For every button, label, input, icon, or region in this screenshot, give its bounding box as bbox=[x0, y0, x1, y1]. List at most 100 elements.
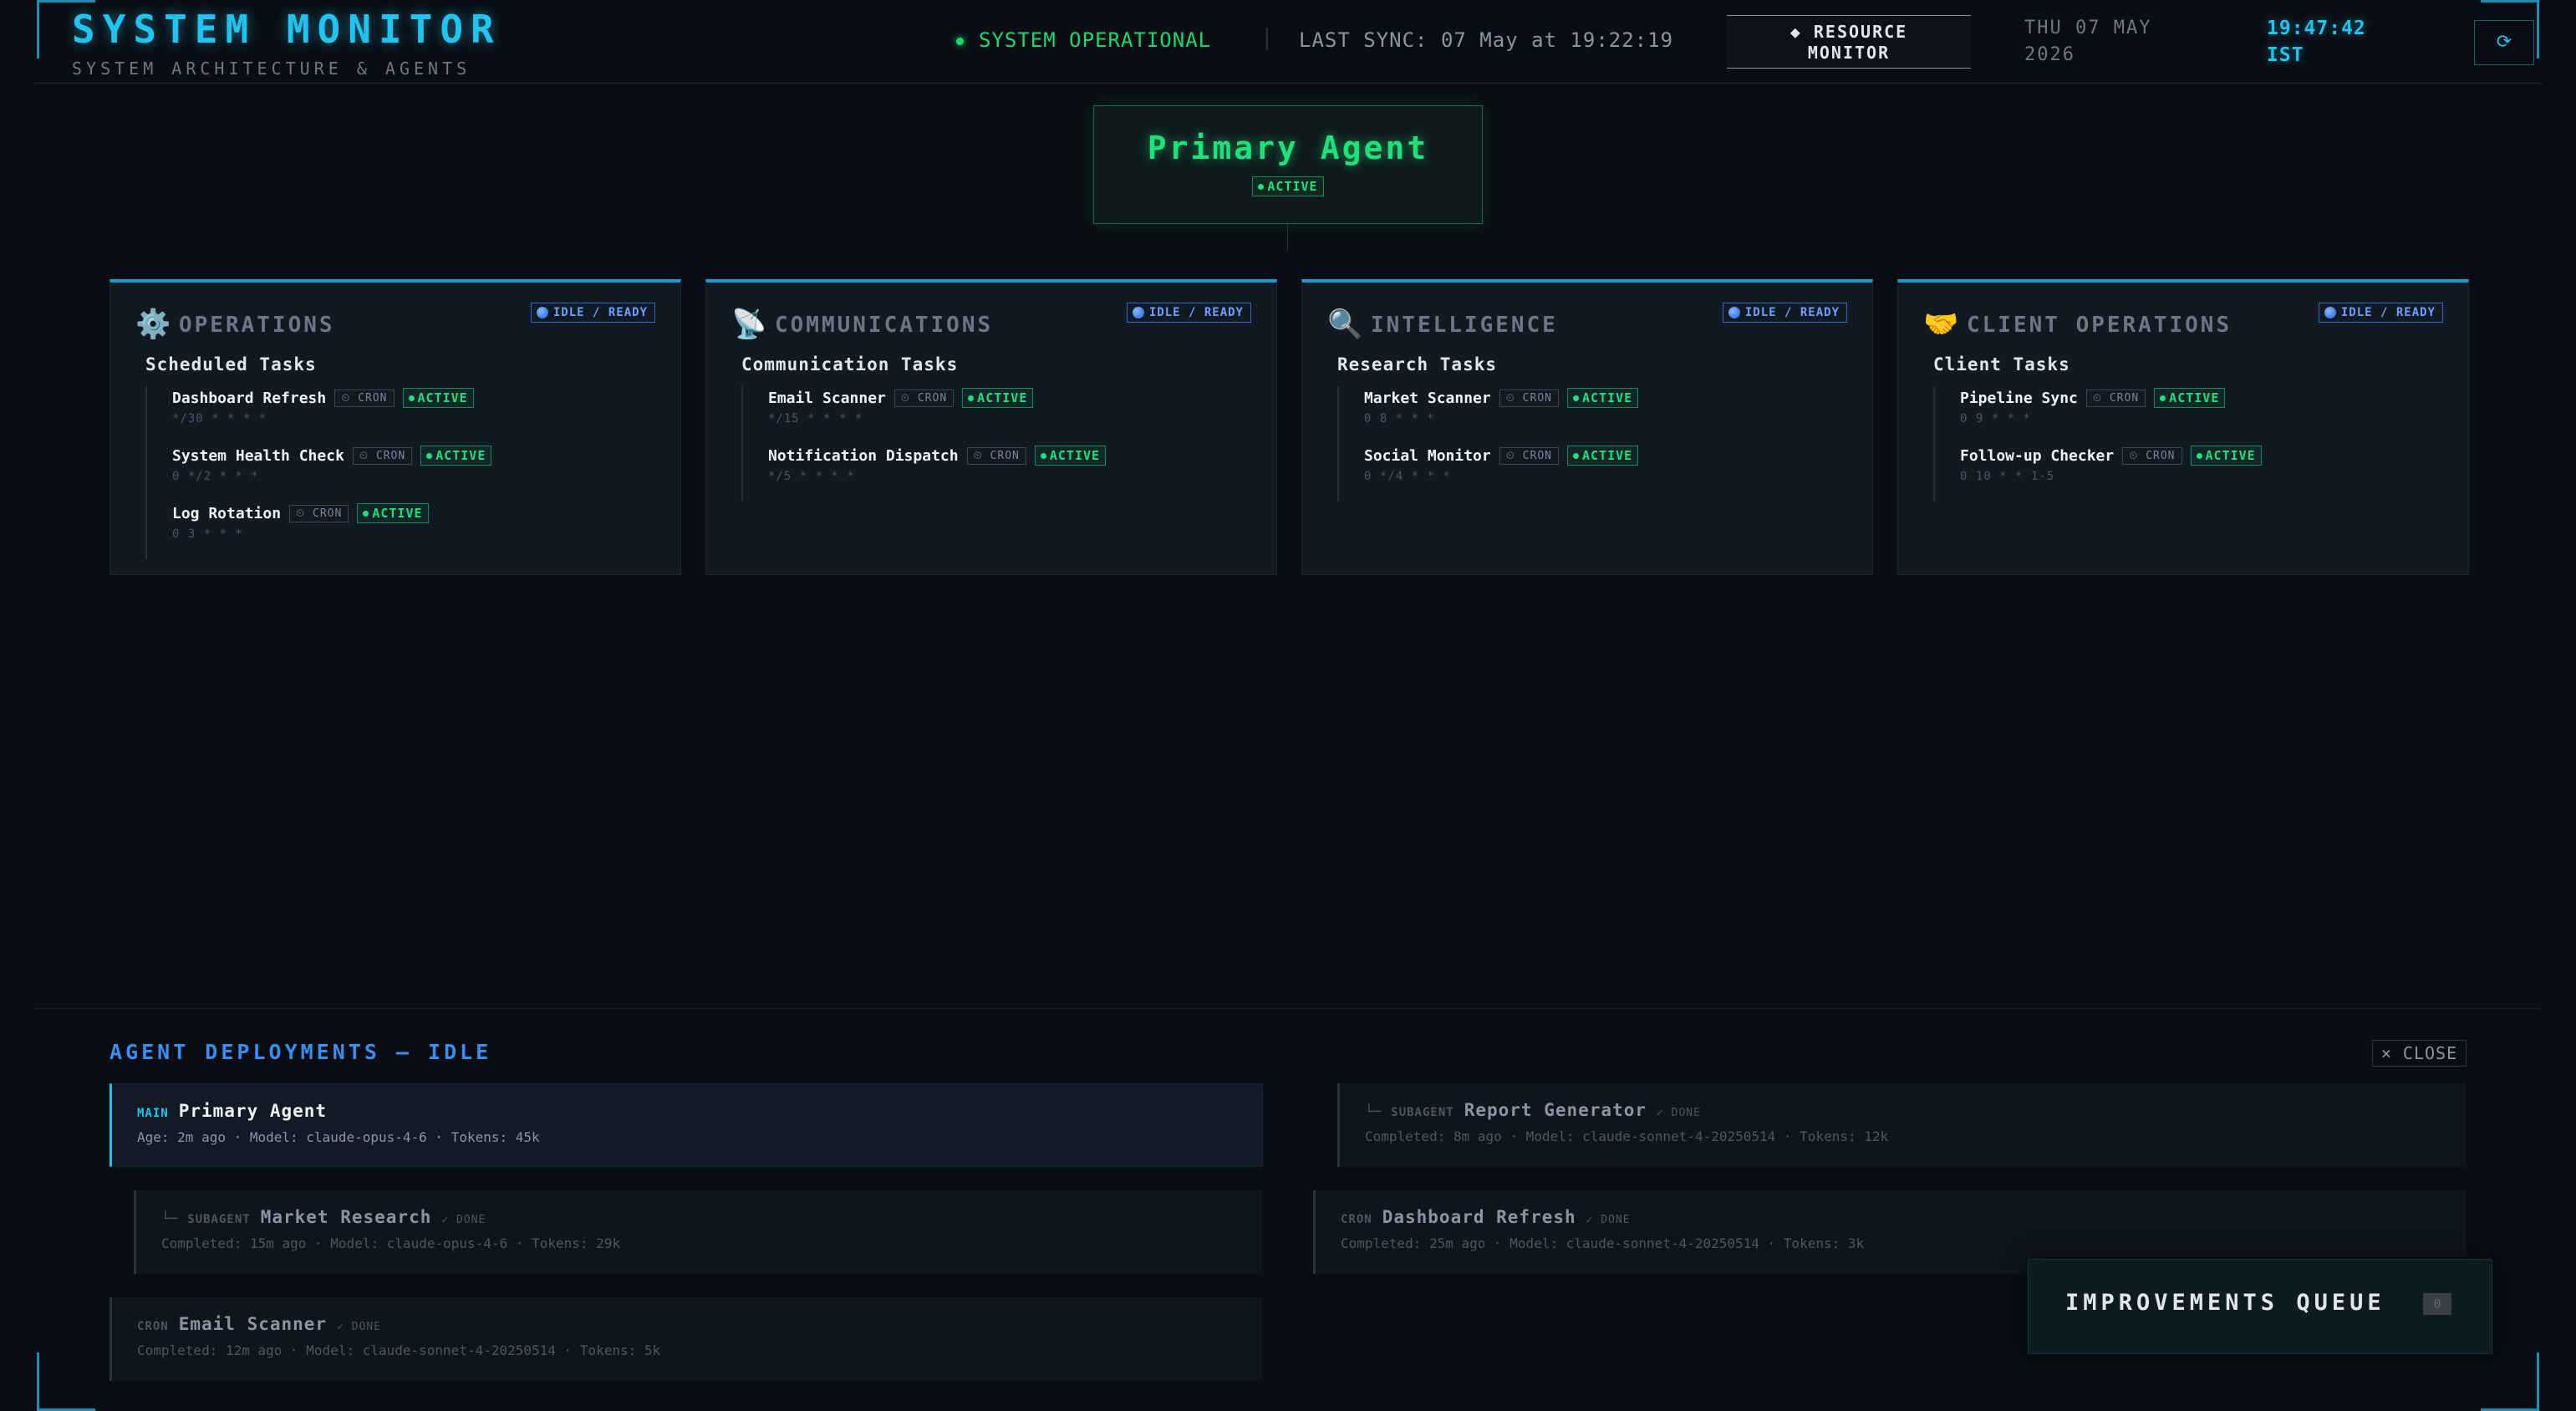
department-title: CLIENT OPERATIONS bbox=[1967, 313, 2232, 338]
department-status-badge: IDLE / READY bbox=[2318, 303, 2443, 323]
system-status-label: SYSTEM OPERATIONAL bbox=[979, 28, 1212, 52]
deployment-meta: Completed: 8m ago · Model: claude-sonnet… bbox=[1365, 1128, 1889, 1144]
task-name: Follow-up Checker bbox=[1960, 446, 2115, 465]
cron-badge: ⏲ CRON bbox=[1499, 389, 1559, 407]
active-dot-icon bbox=[968, 395, 975, 401]
task-schedule: 0 8 * * * bbox=[1364, 412, 1435, 425]
task-status-badge: ACTIVE bbox=[2190, 446, 2262, 466]
task-status: ACTIVE bbox=[1582, 390, 1633, 405]
department-status-badge: IDLE / READY bbox=[530, 303, 655, 323]
deployment-done-status: ✓ DONE bbox=[441, 1214, 486, 1226]
primary-agent-name: Primary Agent bbox=[1147, 130, 1429, 166]
deployment-type: SUBAGENT bbox=[187, 1213, 251, 1226]
deployment-meta: Completed: 15m ago · Model: claude-opus-… bbox=[161, 1235, 621, 1251]
department-card-communications[interactable]: 📡 COMMUNICATIONS IDLE / READY Communicat… bbox=[705, 279, 1277, 575]
task-status-badge: ACTIVE bbox=[420, 446, 492, 466]
task-list: Email Scanner ⏲ CRON ACTIVE */15 * * * * N… bbox=[741, 386, 1107, 502]
active-dot-icon bbox=[1573, 395, 1579, 401]
active-dot-icon bbox=[1573, 453, 1579, 459]
task-schedule: */15 * * * * bbox=[768, 412, 863, 425]
primary-agent-card[interactable]: Primary Agent ACTIVE bbox=[1093, 105, 1483, 224]
deployment-row[interactable]: └─ SUBAGENT Market Research ✓ DONE Compl… bbox=[134, 1190, 1263, 1274]
task-status-badge: ACTIVE bbox=[962, 388, 1034, 408]
task-group-title: Client Tasks bbox=[1933, 354, 2070, 374]
deployment-row-main[interactable]: MAIN Primary Agent Age: 2m ago · Model: … bbox=[109, 1083, 1263, 1167]
department-card-client-operations[interactable]: 🤝 CLIENT OPERATIONS IDLE / READY Client … bbox=[1897, 279, 2469, 575]
task-item[interactable]: Email Scanner ⏲ CRON ACTIVE */15 * * * * bbox=[768, 386, 1106, 444]
task-name: Notification Dispatch bbox=[768, 446, 959, 465]
deployment-row[interactable]: └─ SUBAGENT Report Generator ✓ DONE Comp… bbox=[1337, 1083, 2467, 1167]
task-item[interactable]: Log Rotation ⏲ CRON ACTIVE 0 3 * * * bbox=[172, 502, 491, 559]
task-status: ACTIVE bbox=[1582, 448, 1633, 463]
cron-badge: ⏲ CRON bbox=[334, 389, 395, 407]
deployment-name: Email Scanner bbox=[178, 1314, 328, 1334]
task-status: ACTIVE bbox=[1049, 448, 1101, 463]
task-status: ACTIVE bbox=[2169, 390, 2220, 405]
task-item[interactable]: Follow-up Checker ⏲ CRON ACTIVE 0 10 * * 1… bbox=[1960, 444, 2262, 502]
date-line-2: 2026 bbox=[2024, 44, 2075, 65]
deployment-done-status: ✓ DONE bbox=[1586, 1214, 1631, 1226]
corner-bracket-bottom-right bbox=[2481, 1352, 2539, 1411]
task-schedule: 0 */2 * * * bbox=[172, 470, 259, 483]
cron-badge: ⏲ CRON bbox=[289, 504, 349, 522]
task-name: Pipeline Sync bbox=[1960, 389, 2078, 407]
task-status: ACTIVE bbox=[435, 448, 486, 463]
task-name: Log Rotation bbox=[172, 504, 282, 522]
task-schedule: 0 10 * * 1-5 bbox=[1960, 470, 2055, 483]
task-status: ACTIVE bbox=[372, 506, 423, 521]
date-line-1: THU 07 MAY bbox=[2024, 18, 2152, 38]
deployment-name: Report Generator bbox=[1464, 1100, 1647, 1120]
active-dot-icon bbox=[363, 511, 369, 517]
task-item[interactable]: Market Scanner ⏲ CRON ACTIVE 0 8 * * * bbox=[1364, 386, 1639, 444]
task-name: Social Monitor bbox=[1364, 446, 1491, 465]
task-list: Market Scanner ⏲ CRON ACTIVE 0 8 * * * Soc… bbox=[1337, 386, 1639, 502]
task-list: Pipeline Sync ⏲ CRON ACTIVE 0 9 * * * Foll… bbox=[1933, 386, 2262, 502]
app-title: SYSTEM MONITOR bbox=[72, 7, 501, 52]
resource-monitor-label-1: ◆ RESOURCE bbox=[1789, 22, 1908, 42]
task-name: Dashboard Refresh bbox=[172, 389, 327, 407]
task-status-badge: ACTIVE bbox=[357, 503, 429, 523]
department-status-badge: IDLE / READY bbox=[1722, 303, 1847, 323]
close-deployments-button[interactable]: × CLOSE bbox=[2372, 1040, 2467, 1067]
task-item[interactable]: Pipeline Sync ⏲ CRON ACTIVE 0 9 * * * bbox=[1960, 386, 2262, 444]
globe-icon bbox=[536, 307, 548, 318]
top-header: SYSTEM MONITOR SYSTEM ARCHITECTURE & AGE… bbox=[33, 0, 2543, 84]
header-separator: | bbox=[1260, 25, 1274, 50]
task-status-badge: ACTIVE bbox=[1567, 446, 1639, 466]
magnifier-icon: 🔍 bbox=[1327, 308, 1363, 341]
task-status: ACTIVE bbox=[417, 390, 468, 405]
task-name: Email Scanner bbox=[768, 389, 886, 407]
task-status-badge: ACTIVE bbox=[2154, 388, 2226, 408]
department-title: INTELLIGENCE bbox=[1371, 313, 1558, 338]
refresh-button[interactable]: ⟳ bbox=[2474, 20, 2534, 65]
active-dot-icon bbox=[2196, 453, 2202, 459]
deployment-done-status: ✓ DONE bbox=[1657, 1107, 1701, 1119]
deployment-name: Dashboard Refresh bbox=[1382, 1207, 1576, 1227]
task-schedule: 0 3 * * * bbox=[172, 527, 243, 541]
task-schedule: */5 * * * * bbox=[768, 470, 855, 483]
active-dot-icon bbox=[2160, 395, 2166, 401]
primary-agent-status-badge: ACTIVE bbox=[1252, 176, 1324, 196]
improvements-queue-button[interactable]: IMPROVEMENTS QUEUE 0 bbox=[2028, 1259, 2492, 1354]
task-item[interactable]: Social Monitor ⏲ CRON ACTIVE 0 */4 * * * bbox=[1364, 444, 1639, 502]
deployment-row[interactable]: CRON Email Scanner ✓ DONE Completed: 12m… bbox=[109, 1297, 1263, 1381]
task-status-badge: ACTIVE bbox=[1567, 388, 1639, 408]
app-subtitle: SYSTEM ARCHITECTURE & AGENTS bbox=[72, 59, 471, 79]
active-dot-icon bbox=[1258, 184, 1265, 190]
task-status: ACTIVE bbox=[977, 390, 1028, 405]
department-title: OPERATIONS bbox=[179, 313, 335, 338]
deployment-meta: Completed: 12m ago · Model: claude-sonne… bbox=[137, 1342, 661, 1358]
task-item[interactable]: Notification Dispatch ⏲ CRON ACTIVE */5 * … bbox=[768, 444, 1107, 502]
task-item[interactable]: System Health Check ⏲ CRON ACTIVE 0 */2 * … bbox=[172, 444, 492, 502]
task-status-badge: ACTIVE bbox=[1034, 446, 1107, 466]
deployment-meta: Completed: 25m ago · Model: claude-sonne… bbox=[1341, 1235, 1865, 1251]
primary-agent-status: ACTIVE bbox=[1267, 179, 1318, 194]
department-card-intelligence[interactable]: 🔍 INTELLIGENCE IDLE / READY Research Tas… bbox=[1301, 279, 1873, 575]
task-item[interactable]: Dashboard Refresh ⏲ CRON ACTIVE */30 * * *… bbox=[172, 386, 491, 444]
resource-monitor-button[interactable]: ◆ RESOURCE MONITOR bbox=[1727, 15, 1971, 69]
deployment-type: SUBAGENT bbox=[1391, 1106, 1454, 1119]
improvements-queue-label: IMPROVEMENTS QUEUE bbox=[2065, 1290, 2385, 1316]
gear-icon: ⚙️ bbox=[135, 308, 171, 341]
department-card-operations[interactable]: ⚙️ OPERATIONS IDLE / READY Scheduled Tas… bbox=[109, 279, 681, 575]
clock-display: 19:47:42 IST bbox=[2267, 15, 2366, 69]
